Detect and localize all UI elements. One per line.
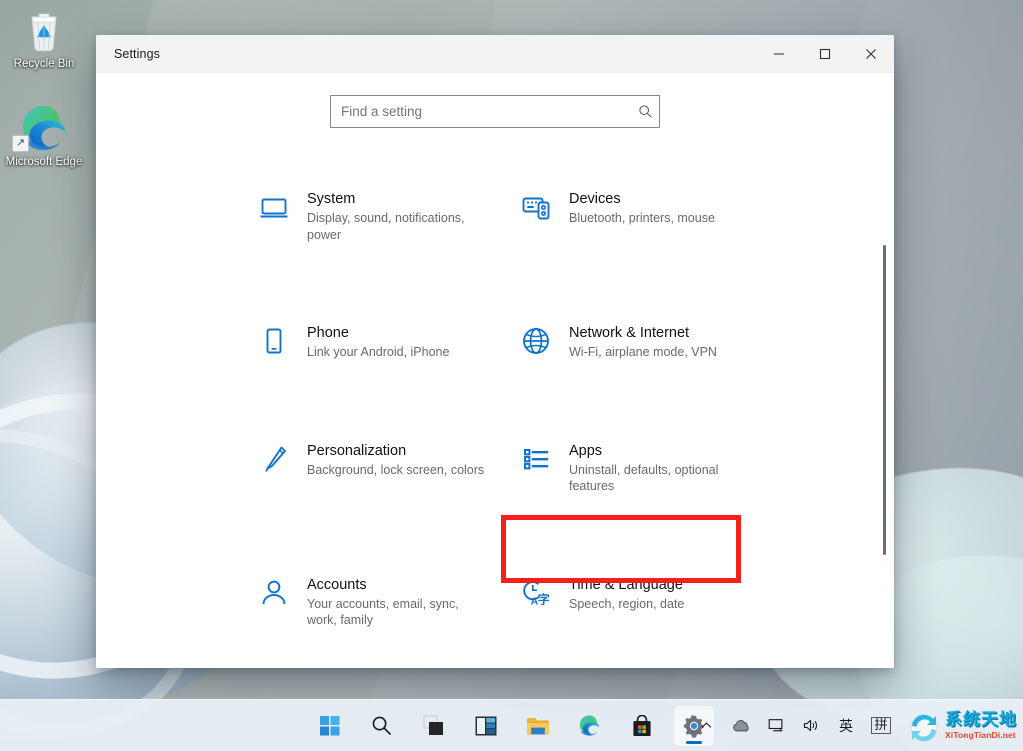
globe-icon [519, 324, 553, 358]
monitor-icon [257, 190, 291, 224]
file-explorer-icon [526, 715, 550, 737]
taskbar-start-button[interactable] [310, 706, 350, 746]
tile-description: Your accounts, email, sync, work, family [307, 596, 489, 629]
tile-description: Wi-Fi, airplane mode, VPN [569, 344, 717, 361]
tile-description: Uninstall, defaults, optional features [569, 462, 733, 495]
minimize-button[interactable] [756, 35, 802, 72]
tile-title: Personalization [307, 442, 484, 460]
tile-description: Speech, region, date [569, 596, 684, 613]
watermark-chinese-text: 系统天地 [945, 712, 1017, 729]
desktop-icon-microsoft-edge[interactable]: ↗ Microsoft Edge [4, 104, 84, 169]
microsoft-edge-icon [578, 714, 601, 737]
taskbar: 英 拼 系统天地 XiTongTianDi.net [0, 699, 1023, 751]
taskbar-edge-button[interactable] [570, 706, 610, 746]
network-icon[interactable] [763, 711, 789, 741]
tile-title: Network & Internet [569, 324, 717, 342]
settings-tile-network-internet[interactable]: Network & Internet Wi-Fi, airplane mode,… [511, 314, 741, 370]
desktop-icon-label: Microsoft Edge [4, 156, 84, 169]
recycle-bin-icon [4, 6, 84, 54]
settings-tile-personalization[interactable]: Personalization Background, lock screen,… [249, 432, 511, 504]
settings-tile-accounts[interactable]: Accounts Your accounts, email, sync, wor… [249, 566, 511, 638]
person-icon [257, 576, 291, 610]
window-title: Settings [96, 47, 160, 61]
settings-content: System Display, sound, notifications, po… [96, 73, 894, 668]
taskbar-widgets-button[interactable] [466, 706, 506, 746]
taskbar-file-explorer-button[interactable] [518, 706, 558, 746]
clock-translate-icon: A 字 [519, 576, 553, 610]
volume-icon[interactable] [798, 711, 824, 741]
system-tray: 英 拼 系统天地 XiTongTianDi.net [693, 700, 1017, 751]
search-icon[interactable] [631, 104, 659, 119]
ime-language-icon[interactable]: 英 [833, 711, 859, 741]
tile-title: Apps [569, 442, 733, 460]
microsoft-store-icon [631, 715, 653, 737]
task-view-icon [423, 715, 445, 737]
settings-tile-phone[interactable]: Phone Link your Android, iPhone [249, 314, 511, 370]
settings-tile-time-language[interactable]: A 字 Time & Language Speech, region, date [511, 566, 741, 638]
tile-description: Background, lock screen, colors [307, 462, 484, 479]
close-button[interactable] [848, 35, 894, 72]
tile-title: Devices [569, 190, 715, 208]
settings-scrollbar-thumb[interactable] [883, 245, 886, 555]
ime-pinyin-icon[interactable]: 拼 [868, 711, 894, 741]
settings-tile-system[interactable]: System Display, sound, notifications, po… [249, 180, 511, 252]
maximize-button[interactable] [802, 35, 848, 72]
onedrive-cloud-icon[interactable] [728, 711, 754, 741]
search-box[interactable] [330, 95, 660, 128]
list-icon [519, 442, 553, 476]
microsoft-edge-icon: ↗ [4, 104, 84, 152]
settings-tile-devices[interactable]: Devices Bluetooth, printers, mouse [511, 180, 741, 252]
settings-window: Settings [96, 35, 894, 668]
windows-start-icon [320, 716, 340, 736]
desktop-icon-label: Recycle Bin [4, 58, 84, 71]
ime-pinyin-label: 拼 [871, 717, 890, 734]
search-icon [371, 715, 392, 736]
svg-text:字: 字 [538, 591, 550, 606]
tile-description: Bluetooth, printers, mouse [569, 210, 715, 227]
paintbrush-icon [257, 442, 291, 476]
window-titlebar: Settings [96, 35, 894, 73]
tile-description: Display, sound, notifications, power [307, 210, 489, 243]
search-input[interactable] [331, 96, 631, 127]
phone-icon [257, 324, 291, 358]
settings-tile-grid: System Display, sound, notifications, po… [249, 180, 741, 668]
tile-title: Time & Language [569, 576, 684, 594]
watermark-domain-text: XiTongTianDi.net [945, 731, 1017, 740]
tile-description: Link your Android, iPhone [307, 344, 449, 361]
tile-title: Phone [307, 324, 449, 342]
taskbar-task-view-button[interactable] [414, 706, 454, 746]
settings-tile-apps[interactable]: Apps Uninstall, defaults, optional featu… [511, 432, 741, 504]
desktop-icon-recycle-bin[interactable]: Recycle Bin [4, 6, 84, 71]
tile-title: Accounts [307, 576, 489, 594]
watermark-logo-icon [907, 709, 941, 743]
taskbar-microsoft-store-button[interactable] [622, 706, 662, 746]
search-row [96, 73, 894, 128]
devices-icon [519, 190, 553, 224]
taskbar-search-button[interactable] [362, 706, 402, 746]
widgets-icon [475, 715, 497, 737]
tile-title: System [307, 190, 489, 208]
site-watermark: 系统天地 XiTongTianDi.net [903, 709, 1017, 743]
chevron-up-icon[interactable] [693, 711, 719, 741]
shortcut-arrow-icon: ↗ [12, 135, 29, 152]
